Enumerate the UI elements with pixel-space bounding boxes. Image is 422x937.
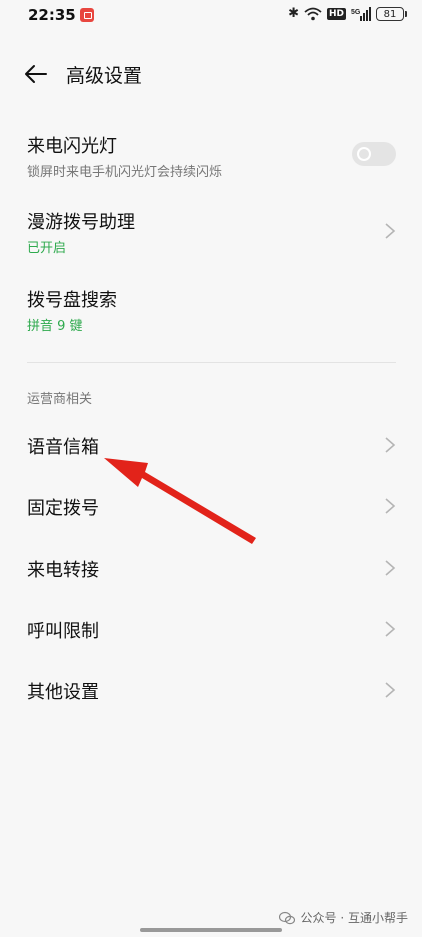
setting-call-forwarding[interactable]: 来电转接	[0, 551, 422, 587]
setting-title: 来电转接	[27, 560, 99, 581]
section-label-carrier: 运营商相关	[27, 392, 93, 407]
flash-toggle[interactable]	[352, 142, 396, 166]
setting-title: 固定拨号	[27, 498, 99, 519]
setting-fixed-dialing[interactable]: 固定拨号	[0, 489, 422, 525]
svg-text:5G: 5G	[351, 9, 361, 16]
setting-call-barring[interactable]: 呼叫限制	[0, 612, 422, 648]
back-arrow-icon[interactable]	[22, 60, 50, 88]
bluetooth-icon: ✱	[288, 6, 299, 21]
header: 高级设置	[0, 52, 422, 96]
setting-incoming-flash[interactable]: 来电闪光灯 锁屏时来电手机闪光灯会持续闪烁	[0, 130, 422, 182]
setting-title: 来电闪光灯	[27, 136, 117, 157]
setting-title: 漫游拨号助理	[27, 212, 135, 233]
page-title: 高级设置	[66, 65, 143, 87]
status-time: 22:35	[28, 6, 76, 24]
setting-dialpad-search[interactable]: 拨号盘搜索 拼音 9 键	[0, 284, 422, 336]
setting-other-settings[interactable]: 其他设置	[0, 673, 422, 709]
section-divider	[27, 362, 396, 363]
setting-title: 呼叫限制	[27, 621, 99, 642]
watermark-text: 公众号 · 互通小帮手	[300, 911, 408, 925]
battery-indicator: 81	[376, 6, 407, 21]
hd-badge: HD	[326, 7, 346, 20]
setting-subtitle: 拼音 9 键	[27, 319, 83, 334]
chevron-right-icon	[385, 621, 396, 637]
message-notification-icon	[80, 8, 94, 22]
wifi-icon	[304, 7, 322, 20]
watermark: 公众号 · 互通小帮手	[278, 909, 408, 926]
wechat-icon	[278, 911, 295, 924]
status-bar: 22:35 ✱ HD 5G 81	[0, 0, 422, 32]
chevron-right-icon	[385, 437, 396, 453]
setting-voicemail[interactable]: 语音信箱	[0, 428, 422, 464]
setting-subtitle: 锁屏时来电手机闪光灯会持续闪烁	[27, 165, 223, 180]
chevron-right-icon	[385, 498, 396, 514]
toggle-knob	[357, 147, 371, 161]
setting-title: 拨号盘搜索	[27, 290, 117, 311]
home-indicator[interactable]	[140, 928, 282, 932]
signal-icon: 5G	[351, 6, 371, 21]
chevron-right-icon	[385, 682, 396, 698]
status-icons: ✱ HD 5G 81	[288, 6, 407, 21]
chevron-right-icon	[385, 223, 396, 239]
setting-title: 语音信箱	[27, 437, 99, 458]
setting-roaming-dial-assistant[interactable]: 漫游拨号助理 已开启	[0, 206, 422, 258]
setting-title: 其他设置	[27, 682, 99, 703]
setting-subtitle: 已开启	[27, 241, 67, 256]
chevron-right-icon	[385, 560, 396, 576]
